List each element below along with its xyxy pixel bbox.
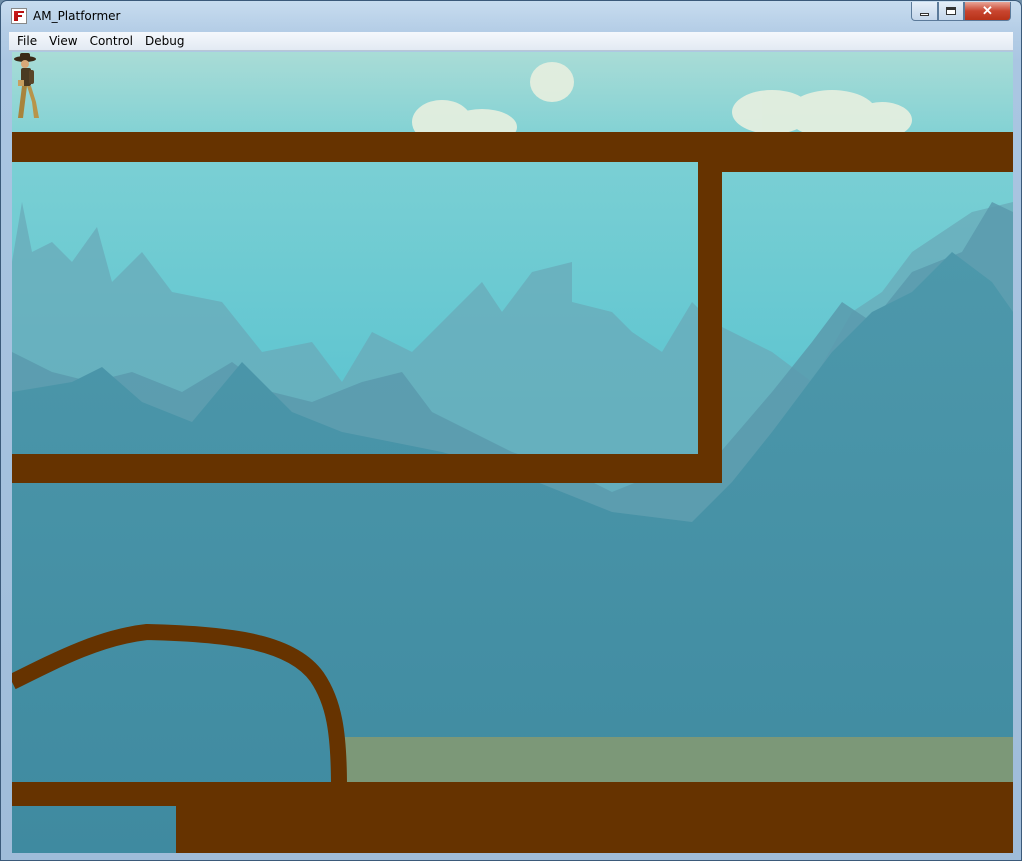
game-scene <box>12 52 1013 853</box>
menu-file[interactable]: File <box>11 32 43 51</box>
minimize-icon <box>920 12 929 16</box>
platform-ground-block <box>176 806 1013 853</box>
menu-view[interactable]: View <box>43 32 83 51</box>
platform-ground <box>12 782 1013 806</box>
ground-highlight <box>345 737 1013 782</box>
close-icon: ✕ <box>982 3 993 18</box>
minimize-button[interactable] <box>911 2 938 21</box>
menu-debug[interactable]: Debug <box>139 32 190 51</box>
platform-middle <box>12 454 722 483</box>
maximize-button[interactable] <box>938 2 964 21</box>
menu-control[interactable]: Control <box>84 32 139 51</box>
player-character <box>14 53 39 118</box>
flash-player-icon <box>11 8 27 24</box>
menu-bar: File View Control Debug <box>9 32 1013 51</box>
app-window: AM_Platformer ✕ File View Control Debug <box>0 0 1022 861</box>
platform-wall <box>698 162 722 483</box>
platform-ceiling <box>12 132 1013 162</box>
maximize-icon <box>946 7 956 15</box>
platform-ceiling-right <box>698 162 1013 172</box>
window-title: AM_Platformer <box>33 9 121 23</box>
title-bar[interactable]: AM_Platformer ✕ <box>1 1 1021 32</box>
close-button[interactable]: ✕ <box>964 2 1011 21</box>
game-canvas[interactable] <box>12 52 1013 853</box>
